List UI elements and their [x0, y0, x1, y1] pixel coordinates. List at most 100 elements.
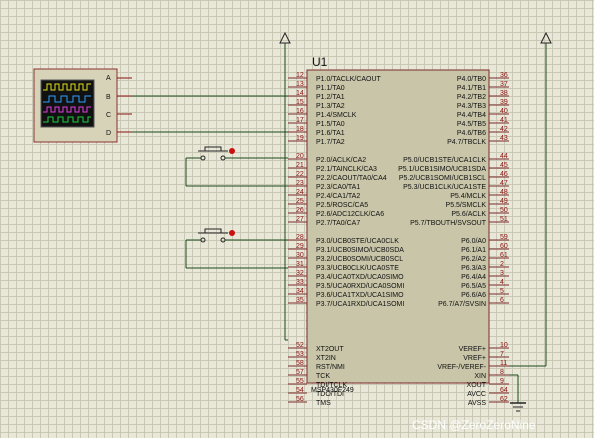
pin-number: 39	[500, 99, 508, 106]
pin-label: TDI/TCLK	[316, 382, 347, 389]
pin-number: 27	[296, 216, 304, 223]
pin-number: 10	[500, 342, 508, 349]
pin-label: P6.0/A0	[461, 238, 486, 245]
pin-number: 13	[296, 81, 304, 88]
pin-label: P5.4/MCLK	[450, 193, 486, 200]
channel-c-label: C	[106, 112, 111, 119]
pin-number: 55	[296, 378, 304, 385]
pin-label: P4.4/TB4	[457, 112, 486, 119]
button2-state-icon	[229, 230, 235, 236]
pin-label: P4.3/TB3	[457, 103, 486, 110]
pin-number: 36	[500, 72, 508, 79]
pin-number: 33	[296, 279, 304, 286]
pin-label: P3.2/UCB0SOMI/UCB0SCL	[316, 256, 403, 263]
pin-number: 2	[500, 261, 504, 268]
push-button-2[interactable]	[185, 228, 288, 269]
pin-label: TDO/TDI	[316, 391, 344, 398]
scope-wires	[132, 95, 288, 133]
pin-label: AVSS	[468, 400, 486, 407]
pin-label: P1.0/TACLK/CAOUT	[316, 76, 382, 83]
pin-number: 43	[500, 135, 508, 142]
pin-number: 44	[500, 153, 508, 160]
pin-number: 48	[500, 189, 508, 196]
pin-number: 41	[500, 117, 508, 124]
pin-label: P6.5/A5	[461, 283, 486, 290]
pin-label: P5.1/UCB1SIMO/UCB1SDA	[398, 166, 486, 173]
pin-number: 31	[296, 261, 304, 268]
pin-number: 46	[500, 171, 508, 178]
pin-number: 9	[500, 378, 504, 385]
pin-label: XT2OUT	[316, 346, 344, 353]
button2-actuator	[204, 228, 222, 234]
pin-number: 40	[500, 108, 508, 115]
pin-label: P3.3/UCB0CLK/UCA0STE	[316, 265, 399, 272]
pin-label: VEREF+	[459, 346, 486, 353]
pin-number: 60	[500, 243, 508, 250]
pin-number: 11	[500, 360, 507, 367]
button1-contact-left	[200, 155, 206, 161]
pin-number: 24	[296, 189, 304, 196]
pin-label: P6.1/A1	[461, 247, 486, 254]
pin-number: 37	[500, 81, 508, 88]
pin-label: P2.4/CA1/TA2	[316, 193, 360, 200]
pin-number: 57	[296, 369, 304, 376]
chip-title: U1	[312, 55, 328, 69]
pin-label: P2.0/ACLK/CA2	[316, 157, 366, 164]
power-terminal-right[interactable]	[509, 31, 552, 367]
pin-number: 56	[296, 396, 304, 403]
pin-number: 54	[296, 387, 304, 394]
pin-number: 30	[296, 252, 304, 259]
push-button-1[interactable]	[185, 146, 288, 187]
pin-number: 42	[500, 126, 508, 133]
pin-number: 45	[500, 162, 508, 169]
pin-label: P1.1/TA0	[316, 85, 345, 92]
pin-label: P5.2/UCB1SOMI/UCB1SCL	[399, 175, 486, 182]
pin-label: P6.2/A2	[461, 256, 486, 263]
pin-label: P1.7/TA2	[316, 139, 345, 146]
schematic-canvas: U1 MSP430F249 12P1.0/TACLK/CAOUT13P1.1/T…	[33, 31, 552, 432]
pin-label: P3.7/UCA1RXD/UCA1SOMI	[316, 301, 404, 308]
pin-label: P3.0/UCB0STE/UCA0CLK	[316, 238, 399, 245]
pin-number: 58	[296, 360, 304, 367]
pin-label: P1.6/TA1	[316, 130, 345, 137]
pin-label: P1.2/TA1	[316, 94, 345, 101]
pin-label: P2.6/ADC12CLK/CA6	[316, 211, 384, 218]
pin-label: P6.6/A6	[461, 292, 486, 299]
button1-state-icon	[229, 148, 235, 154]
pin-label: P4.6/TB6	[457, 130, 486, 137]
pin-number: 12	[296, 72, 304, 79]
pin-number: 61	[500, 252, 508, 259]
pin-number: 20	[296, 153, 304, 160]
pin-number: 5	[500, 288, 504, 295]
pin-label: XT2IN	[316, 355, 336, 362]
pin-label: VREF+	[463, 355, 486, 362]
button1-actuator	[204, 146, 222, 152]
pin-label: P4.2/TB2	[457, 94, 486, 101]
pin-number: 38	[500, 90, 508, 97]
pin-number: 50	[500, 207, 508, 214]
pin-label: P2.2/CAOUT/TA0/CA4	[316, 175, 387, 182]
pin-label: TMS	[316, 400, 331, 407]
pin-number: 6	[500, 297, 504, 304]
pin-label: P5.0/UCB1STE/UCA1CLK	[403, 157, 486, 164]
pin-label: P3.4/UCA0TXD/UCA0SIMO	[316, 274, 404, 281]
pin-number: 53	[296, 351, 304, 358]
channel-b-label: B	[106, 94, 111, 101]
oscilloscope[interactable]: A B C D	[33, 68, 132, 143]
pin-label: P2.7/TA0/CA7	[316, 220, 360, 227]
pin-number: 23	[296, 180, 304, 187]
pin-label: P1.5/TA0	[316, 121, 345, 128]
pin-label: P1.4/SMCLK	[316, 112, 357, 119]
pin-number: 64	[500, 387, 508, 394]
pin-number: 32	[296, 270, 304, 277]
pin-label: P4.1/TB1	[457, 85, 486, 92]
pin-label: P1.3/TA2	[316, 103, 345, 110]
pin-number: 16	[296, 108, 304, 115]
pin-label: XOUT	[467, 382, 487, 389]
pin-label: P6.7/A7/SVSIN	[438, 301, 486, 308]
pin-label: VREF-/VEREF-	[437, 364, 486, 371]
ground-symbol[interactable]	[509, 374, 526, 412]
pin-number: 21	[296, 162, 304, 169]
button2-contact-right	[220, 237, 226, 243]
button1-contact-right	[220, 155, 226, 161]
